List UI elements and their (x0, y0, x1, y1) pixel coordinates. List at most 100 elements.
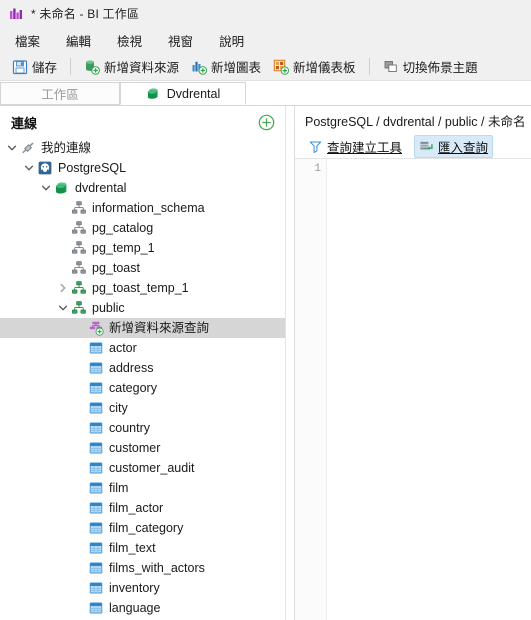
tree-item[interactable]: city (0, 398, 285, 418)
menu-edit[interactable]: 編輯 (60, 28, 97, 53)
tab-workspace[interactable]: 工作區 (0, 82, 120, 105)
chevron-down-icon[interactable] (21, 160, 37, 176)
tree-item[interactable]: film (0, 478, 285, 498)
tree-twisty-empty (72, 400, 88, 416)
table-icon (88, 380, 104, 396)
tree-item[interactable]: films_with_actors (0, 558, 285, 578)
editor-gutter: 1 (295, 159, 327, 620)
new-query-icon (88, 320, 104, 336)
table-icon (88, 520, 104, 536)
panel-splitter[interactable] (285, 106, 294, 620)
tree-item-label: address (109, 361, 154, 375)
tree-item-label: film_category (109, 521, 184, 535)
add-dashboard-button[interactable]: 新增儀表板 (267, 55, 362, 79)
tree-twisty-empty (72, 560, 88, 576)
menu-window[interactable]: 視窗 (162, 28, 199, 53)
tree-twisty-empty (72, 580, 88, 596)
tree-twisty-empty (55, 260, 71, 276)
table-icon (88, 560, 104, 576)
tree-item[interactable]: dvdrental (0, 178, 285, 198)
tree-item[interactable]: film_category (0, 518, 285, 538)
tree-item-label: dvdrental (75, 181, 127, 195)
add-chart-icon (191, 59, 208, 75)
schema-green-icon (71, 300, 87, 316)
toolbar-separator-1 (70, 58, 72, 75)
query-builder-button[interactable]: 查詢建立工具 (303, 135, 407, 158)
tree-item[interactable]: information_schema (0, 198, 285, 218)
add-chart-label: 新增圖表 (211, 61, 262, 75)
tree-item[interactable]: country (0, 418, 285, 438)
tree-item[interactable]: public (0, 298, 285, 318)
menu-file[interactable]: 檔案 (9, 28, 46, 53)
query-toolbar: 查詢建立工具 匯入查詢 (295, 134, 531, 159)
menu-bar: 檔案 編輯 檢視 視窗 說明 (0, 27, 531, 53)
tree-item[interactable]: PostgreSQL (0, 158, 285, 178)
tree-twisty-empty (72, 340, 88, 356)
tree-item[interactable]: customer (0, 438, 285, 458)
import-query-label: 匯入查詢 (438, 140, 489, 155)
tree-item[interactable]: pg_toast_temp_1 (0, 278, 285, 298)
tree-item[interactable]: pg_catalog (0, 218, 285, 238)
connections-tree[interactable]: 我的連線 PostgreSQL dvdrental information_schem… (0, 138, 285, 620)
tree-item[interactable]: language (0, 598, 285, 618)
tree-item[interactable]: customer_audit (0, 458, 285, 478)
tree-item-label: pg_temp_1 (92, 241, 155, 255)
tree-item-label: city (109, 401, 128, 415)
table-icon (88, 360, 104, 376)
tree-item-label: PostgreSQL (58, 161, 127, 175)
postgres-icon (37, 160, 53, 176)
switch-theme-button[interactable]: 切換佈景主題 (377, 55, 484, 79)
add-dashboard-label: 新增儀表板 (293, 61, 356, 75)
menu-help[interactable]: 說明 (213, 28, 250, 53)
save-button[interactable]: 儲存 (6, 55, 63, 79)
tree-item[interactable]: pg_temp_1 (0, 238, 285, 258)
tree-item[interactable]: film_actor (0, 498, 285, 518)
chevron-right-icon[interactable] (55, 280, 71, 296)
tree-twisty-empty (72, 380, 88, 396)
tree-item[interactable]: category (0, 378, 285, 398)
table-icon (88, 540, 104, 556)
tree-item-label: customer (109, 441, 161, 455)
tree-item[interactable]: actor (0, 338, 285, 358)
tree-item-label: pg_toast (92, 261, 140, 275)
save-label: 儲存 (32, 61, 58, 75)
tree-item-label: language (109, 601, 161, 615)
tree-item[interactable]: pg_toast (0, 258, 285, 278)
schema-gray-icon (71, 240, 87, 256)
chevron-down-icon[interactable] (38, 180, 54, 196)
tree-twisty-empty (72, 480, 88, 496)
table-icon (88, 580, 104, 596)
add-chart-button[interactable]: 新增圖表 (185, 55, 267, 79)
table-icon (88, 480, 104, 496)
tree-twisty-empty (55, 240, 71, 256)
tree-item-label: pg_toast_temp_1 (92, 281, 189, 295)
tree-twisty-empty (72, 500, 88, 516)
window-title: * 未命名 - BI 工作區 (31, 7, 140, 21)
tree-twisty-empty (72, 540, 88, 556)
tree-twisty-empty (72, 460, 88, 476)
line-number: 1 (314, 163, 321, 175)
menu-view[interactable]: 檢視 (111, 28, 148, 53)
connections-title: 連線 (11, 115, 38, 131)
tree-item[interactable]: address (0, 358, 285, 378)
sql-editor[interactable]: 1 (295, 159, 531, 620)
chevron-down-icon[interactable] (55, 300, 71, 316)
tree-twisty-empty (72, 520, 88, 536)
chevron-down-icon[interactable] (4, 140, 20, 156)
tree-twisty-empty (72, 360, 88, 376)
plus-circle-icon[interactable] (258, 114, 275, 131)
tree-item[interactable]: inventory (0, 578, 285, 598)
tree-item-label: 我的連線 (41, 141, 92, 155)
add-datasource-button[interactable]: 新增資料來源 (78, 55, 185, 79)
tree-twisty-empty (72, 420, 88, 436)
tree-item[interactable]: 新增資料來源查詢 (0, 318, 285, 338)
main-body: 連線 我的連線 PostgreSQL dvdrental information_sc… (0, 106, 531, 620)
connections-panel: 連線 我的連線 PostgreSQL dvdrental information_sc… (0, 106, 285, 620)
tree-item[interactable]: film_text (0, 538, 285, 558)
bar-chart-icon (8, 6, 24, 22)
editor-code-area[interactable] (327, 159, 531, 620)
schema-gray-icon (71, 260, 87, 276)
import-query-button[interactable]: 匯入查詢 (414, 134, 494, 158)
tree-item[interactable]: 我的連線 (0, 138, 285, 158)
tab-dvdrental[interactable]: Dvdrental (120, 82, 246, 105)
